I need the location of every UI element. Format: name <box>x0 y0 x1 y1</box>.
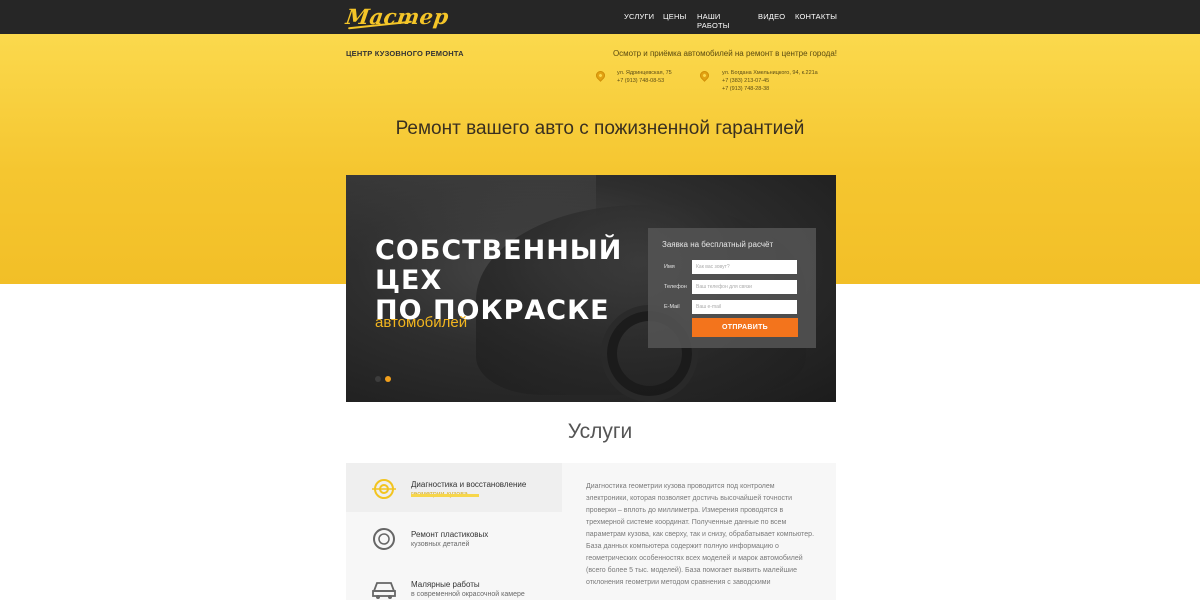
service-item-plastic[interactable]: Ремонт пластиковых кузовных деталей <box>346 513 562 562</box>
form-title: Заявка на бесплатный расчёт <box>662 240 774 249</box>
center-title: ЦЕНТР КУЗОВНОГО РЕМОНТА <box>346 49 464 58</box>
address-2-phone-2[interactable]: +7 (913) 748-28-38 <box>722 85 818 93</box>
banner-title-line-2: ЦЕХ <box>375 265 443 296</box>
service-description: Диагностика геометрии кузова проводится … <box>586 483 815 586</box>
hero-banner: СОБСТВЕННЫЙ ЦЕХ ПО ПОКРАСКЕ автомобилей … <box>346 175 836 402</box>
request-form: Заявка на бесплатный расчёт Имя Как вас … <box>648 228 816 348</box>
slider-dot-1[interactable] <box>375 376 381 382</box>
address-1: ул. Ядринцевская, 75 +7 (913) 748-08-53 <box>617 69 672 85</box>
car-icon <box>372 582 396 599</box>
banner-subtitle: автомобилей <box>375 314 468 331</box>
nav-item-video[interactable]: Видео <box>758 12 785 21</box>
service-title: Диагностика и восстановление <box>411 480 527 489</box>
name-field-label: Имя <box>664 264 675 270</box>
top-navbar <box>0 0 1200 34</box>
nav-item-prices[interactable]: Цены <box>663 12 686 21</box>
services-heading: Услуги <box>567 420 633 443</box>
address-1-phone[interactable]: +7 (913) 748-08-53 <box>617 77 672 85</box>
nav-item-contacts[interactable]: Контакты <box>795 12 837 21</box>
active-underline <box>411 494 479 497</box>
banner-title-line-1: СОБСТВЕННЫЙ <box>375 235 623 266</box>
email-field-label: E-Mail <box>664 304 680 310</box>
service-title: Ремонт пластиковых <box>411 530 489 539</box>
slider-dot-2[interactable] <box>385 376 391 382</box>
address-2-street: ул. Богдана Хмельницкого, 94, к.221а <box>722 70 818 76</box>
name-input[interactable]: Как вас зовут? <box>692 260 797 274</box>
service-subtitle: кузовных деталей <box>411 541 470 548</box>
tire-icon <box>373 528 395 550</box>
banner-title: СОБСТВЕННЫЙ ЦЕХ ПО ПОКРАСКЕ <box>375 236 622 326</box>
target-icon <box>372 479 396 499</box>
phone-input[interactable]: Ваш телефон для связи <box>692 280 797 294</box>
page-headline: Ремонт вашего авто с пожизненной гаранти… <box>395 118 805 139</box>
email-input[interactable]: Ваш e-mail <box>692 300 797 314</box>
service-subtitle: в современной окрасочной камере <box>411 591 525 598</box>
services-list: Диагностика и восстановление геометрии к… <box>346 463 562 600</box>
service-title: Малярные работы <box>411 580 480 589</box>
phone-field-label: Телефон <box>664 284 687 290</box>
service-item-painting[interactable]: Малярные работы в современной окрасочной… <box>346 563 562 612</box>
submit-button[interactable]: ОТПРАВИТЬ <box>692 318 798 337</box>
address-2-phone-1[interactable]: +7 (383) 213-07-45 <box>722 77 818 85</box>
nav-item-services[interactable]: Услуги <box>624 12 654 21</box>
service-item-geometry[interactable]: Диагностика и восстановление геометрии к… <box>346 463 562 512</box>
address-1-street: ул. Ядринцевская, 75 <box>617 70 672 76</box>
nav-item-works[interactable]: Наши работы <box>697 12 730 30</box>
address-2: ул. Богдана Хмельницкого, 94, к.221а +7 … <box>722 69 818 93</box>
promo-text: Осмотр и приёмка автомобилей на ремонт в… <box>612 49 837 58</box>
